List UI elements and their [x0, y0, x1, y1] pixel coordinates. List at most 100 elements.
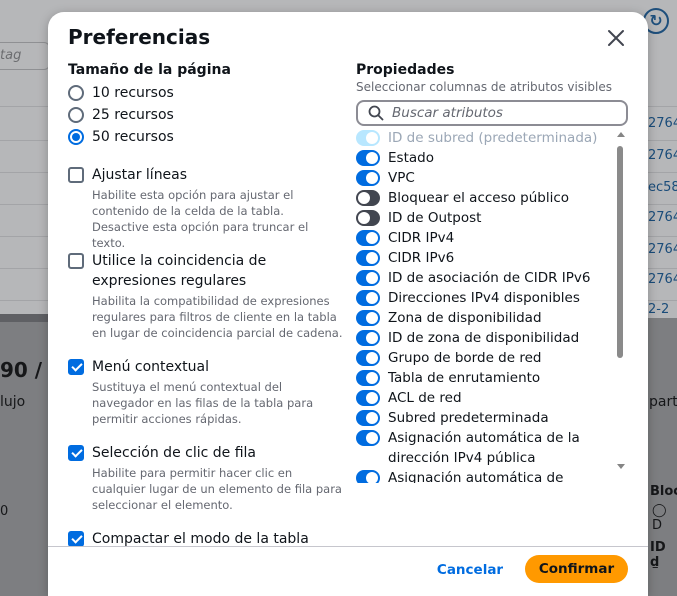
attribute-label: Grupo de borde de red	[388, 350, 542, 366]
toggle-on[interactable]	[356, 150, 380, 166]
regex-option: Utilice la coincidencia de expresiones r…	[68, 251, 343, 341]
attribute-label: Estado	[388, 150, 434, 166]
toggle-on[interactable]	[356, 310, 380, 326]
attribute-list: ID de subred (predeterminada) Estado VPC Bl…	[356, 128, 616, 483]
radio-circle[interactable]	[68, 85, 84, 101]
radio-10[interactable]: 10 recursos	[68, 82, 338, 104]
background-col-left: lujo	[0, 394, 26, 410]
context-menu-label: Menú contextual	[92, 359, 209, 375]
background-col-right: parti	[649, 394, 677, 410]
attribute-label: ACL de red	[388, 390, 462, 406]
attribute-scrollbar[interactable]	[615, 132, 627, 472]
radio-circle[interactable]	[68, 107, 84, 123]
background-left-digit: 0	[0, 504, 9, 519]
radio-circle-checked[interactable]	[68, 129, 84, 145]
search-placeholder: Buscar atributos	[392, 105, 503, 121]
toggle-on[interactable]	[356, 170, 380, 186]
attribute-label: CIDR IPv6	[388, 250, 455, 266]
toggle-off[interactable]	[356, 210, 380, 226]
context-menu-checkbox[interactable]	[68, 359, 84, 375]
page-size-title: Tamaño de la página	[68, 62, 231, 78]
compact-checkbox[interactable]	[68, 531, 84, 547]
attribute-row[interactable]: CIDR IPv6	[356, 248, 616, 268]
attribute-label: ID de zona de disponibilidad	[388, 330, 580, 346]
attribute-search-input[interactable]: Buscar atributos	[356, 100, 628, 126]
attribute-row[interactable]: Zona de disponibilidad	[356, 308, 616, 328]
row-click-checkbox[interactable]	[68, 445, 84, 461]
toggle-on[interactable]	[356, 390, 380, 406]
context-menu-option: Menú contextual Sustituya el menú contex…	[68, 357, 343, 427]
radio-25[interactable]: 25 recursos	[68, 104, 338, 126]
wrap-lines-option: Ajustar líneas Habilite esta opción para…	[68, 165, 343, 251]
toggle-on[interactable]	[356, 290, 380, 306]
attribute-row[interactable]: Asignación automática de	[356, 468, 616, 483]
toggle-on[interactable]	[356, 250, 380, 266]
toggle-on[interactable]	[356, 370, 380, 386]
context-menu-description: Sustituya el menú contextual del navegad…	[92, 380, 314, 426]
close-button[interactable]	[604, 26, 628, 50]
search-icon	[368, 105, 384, 121]
attribute-label: Tabla de enrutamiento	[388, 370, 541, 386]
attribute-row[interactable]: Direcciones IPv4 disponibles	[356, 288, 616, 308]
radio-label: 50 recursos	[92, 129, 174, 145]
scroll-up-icon[interactable]	[617, 132, 625, 137]
toggle-on[interactable]	[356, 330, 380, 346]
background-link: ec589	[648, 180, 677, 195]
radio-label: 10 recursos	[92, 85, 174, 101]
scroll-down-icon[interactable]	[617, 464, 625, 469]
attribute-label: Direcciones IPv4 disponibles	[388, 290, 580, 306]
toggle-on[interactable]	[356, 470, 380, 483]
toggle-on[interactable]	[356, 230, 380, 246]
attribute-row[interactable]: ID de asociación de CIDR IPv6	[356, 268, 616, 288]
attribute-row[interactable]: Estado	[356, 148, 616, 168]
radio-50[interactable]: 50 recursos	[68, 126, 338, 148]
background-link: 2764	[648, 148, 677, 163]
attribute-label: Zona de disponibilidad	[388, 310, 542, 326]
background-right-title: Bloc	[650, 484, 677, 499]
confirm-button[interactable]: Confirmar	[525, 555, 628, 583]
footer-divider	[48, 546, 648, 547]
attribute-row[interactable]: ID de zona de disponibilidad	[356, 328, 616, 348]
page-size-radio-group: 10 recursos 25 recursos 50 recursos	[68, 82, 338, 148]
row-click-option: Selección de clic de fila Habilite para …	[68, 443, 343, 513]
row-click-description: Habilite para permitir hacer clic en cua…	[92, 466, 342, 512]
background-right-dash: –	[652, 560, 659, 575]
toggle-on	[356, 130, 380, 146]
attribute-row[interactable]: Grupo de borde de red	[356, 348, 616, 368]
regex-description: Habilita la compatibilidad de expresione…	[92, 294, 343, 340]
properties-title: Propiedades	[356, 62, 455, 78]
attribute-row[interactable]: Asignación automática de la dirección IP…	[356, 428, 616, 468]
toggle-on[interactable]	[356, 270, 380, 286]
cancel-button[interactable]: Cancelar	[432, 558, 508, 582]
toggle-on[interactable]	[356, 410, 380, 426]
scroll-thumb[interactable]	[617, 146, 623, 358]
attribute-label: ID de subred (predeterminada)	[388, 130, 598, 146]
toggle-off[interactable]	[356, 190, 380, 206]
attribute-label: Asignación automática de	[388, 470, 564, 483]
attribute-row[interactable]: VPC	[356, 168, 616, 188]
right-column: Propiedades Seleccionar columnas de atri…	[356, 62, 628, 126]
wrap-lines-label: Ajustar líneas	[92, 167, 188, 183]
attribute-label: CIDR IPv4	[388, 230, 455, 246]
attribute-label: Bloquear el acceso público	[388, 190, 570, 206]
modal-title: Preferencias	[68, 25, 211, 49]
attribute-label: Subred predeterminada	[388, 410, 549, 426]
background-search-fragment: tag	[0, 42, 50, 70]
regex-checkbox[interactable]	[68, 253, 84, 269]
close-icon	[608, 30, 624, 46]
background-link: 2764	[648, 116, 677, 131]
attribute-row[interactable]: CIDR IPv4	[356, 228, 616, 248]
attribute-row[interactable]: Bloquear el acceso público	[356, 188, 616, 208]
regex-label: Utilice la coincidencia de expresiones r…	[92, 253, 267, 289]
attribute-row[interactable]: Tabla de enrutamiento	[356, 368, 616, 388]
attribute-row[interactable]: ID de subred (predeterminada)	[356, 128, 616, 148]
toggle-on[interactable]	[356, 350, 380, 366]
toggle-on[interactable]	[356, 430, 380, 446]
background-link: 2764	[648, 210, 677, 225]
attribute-row[interactable]: Subred predeterminada	[356, 408, 616, 428]
wrap-lines-checkbox[interactable]	[68, 167, 84, 183]
attribute-row[interactable]: ID de Outpost	[356, 208, 616, 228]
attribute-row[interactable]: ACL de red	[356, 388, 616, 408]
attribute-label: ID de asociación de CIDR IPv6	[388, 270, 591, 286]
properties-subtitle: Seleccionar columnas de atributos visibl…	[356, 80, 612, 94]
